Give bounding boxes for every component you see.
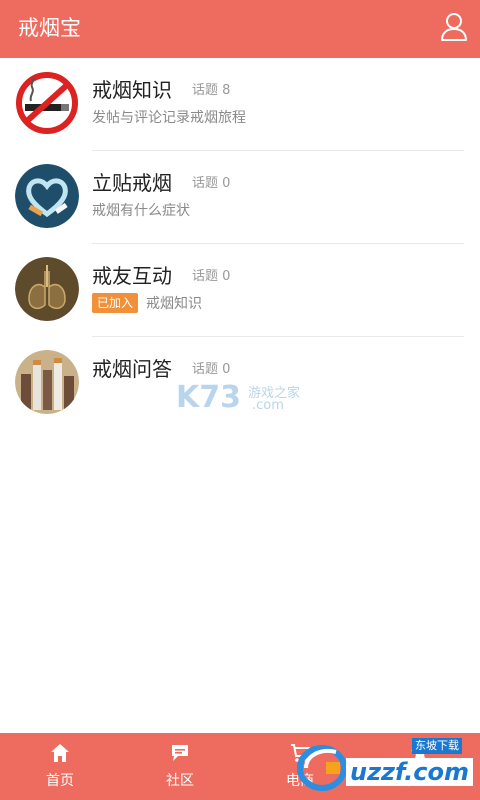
chat-icon — [172, 745, 188, 761]
home-icon — [51, 744, 69, 762]
tab-community-label: 社区 — [166, 773, 194, 789]
community-name: 戒友互动 — [92, 264, 172, 288]
app-header: 戒烟宝 — [0, 0, 480, 58]
community-desc: 戒烟知识 — [146, 296, 202, 312]
heart-cigarette-avatar — [15, 164, 79, 228]
tab-community[interactable]: 社区 — [120, 733, 240, 800]
no-smoking-avatar — [15, 71, 79, 135]
topic-count: 话题 0 — [192, 269, 231, 284]
uzzf-watermark: uzzf.com 东坡下载 — [296, 732, 474, 794]
app-title: 戒烟宝 — [18, 16, 81, 40]
user-icon[interactable] — [440, 12, 468, 42]
community-item-quit-post[interactable]: 立贴戒烟 话题 0 戒烟有什么症状 — [0, 151, 480, 244]
community-item-smoking-knowledge[interactable]: 戒烟知识 话题 8 发帖与评论记录戒烟旅程 — [0, 58, 480, 151]
community-name: 戒烟知识 — [92, 78, 172, 102]
community-name: 戒烟问答 — [92, 357, 172, 381]
community-list: 戒烟知识 话题 8 发帖与评论记录戒烟旅程 立贴戒烟 话题 0 戒烟有什么症状 — [0, 58, 480, 430]
lungs-avatar — [15, 257, 79, 321]
community-item-friends-interact[interactable]: 戒友互动 话题 0 已加入 戒烟知识 — [0, 244, 480, 337]
topic-count: 话题 0 — [192, 176, 231, 191]
cigarette-city-avatar — [15, 350, 79, 414]
community-desc: 戒烟有什么症状 — [92, 203, 190, 219]
k73-watermark: K73 游戏之家 .com — [176, 380, 301, 415]
topic-count: 话题 8 — [192, 83, 231, 98]
tab-home[interactable]: 首页 — [0, 733, 120, 800]
topic-count: 话题 0 — [192, 362, 231, 377]
tab-home-label: 首页 — [46, 773, 74, 789]
community-desc: 发帖与评论记录戒烟旅程 — [92, 110, 246, 126]
joined-badge: 已加入 — [92, 293, 139, 313]
community-name: 立贴戒烟 — [92, 171, 172, 195]
